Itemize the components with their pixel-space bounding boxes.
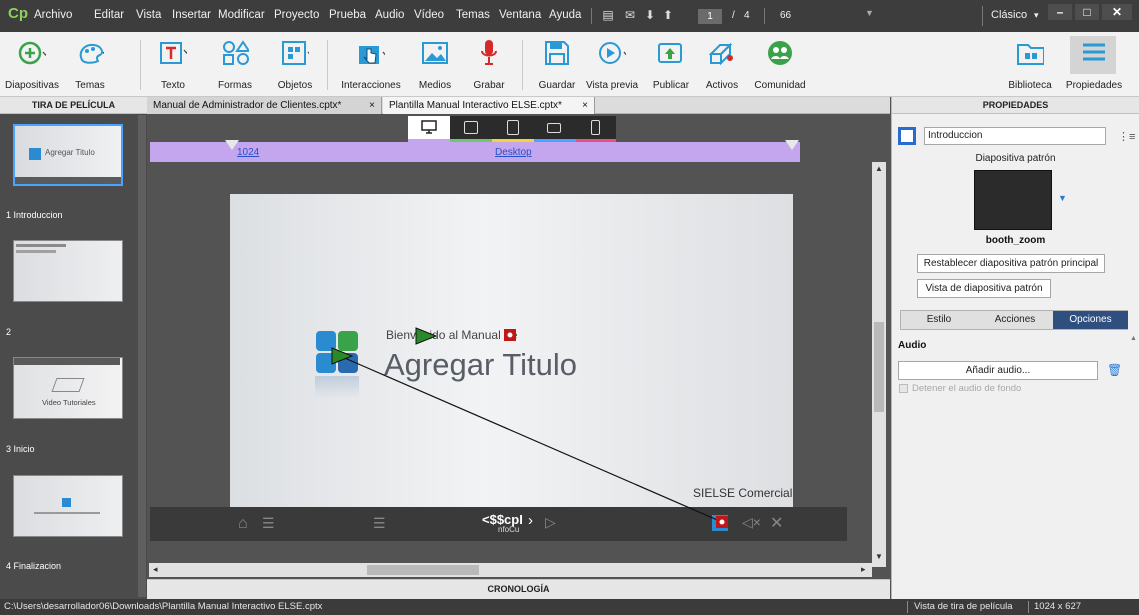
project-size: 1024 x 627	[1034, 601, 1082, 612]
motion-start-arrow-icon[interactable]	[415, 327, 438, 345]
horizontal-scroll-thumb[interactable]	[367, 565, 479, 575]
slide-color-icon[interactable]	[898, 127, 916, 145]
scroll-left-icon[interactable]: ◂	[153, 564, 158, 575]
tab-opciones[interactable]: Opciones	[1053, 311, 1128, 329]
motion-start-arrow-icon[interactable]	[331, 347, 354, 365]
status-divider	[907, 601, 908, 613]
stage-horizontal-scrollbar[interactable]: ◂ ▸	[149, 563, 872, 577]
file-path: C:\Users\desarrollador06\Downloads\Plant…	[4, 601, 323, 612]
trash-icon[interactable]: 🗑	[1107, 363, 1122, 377]
scroll-down-icon[interactable]: ▼	[875, 552, 883, 561]
slide-name-field[interactable]: Introduccion	[924, 127, 1106, 145]
motion-path-line[interactable]	[339, 355, 723, 523]
properties-header: PROPIEDADES	[892, 97, 1139, 114]
view-master-button[interactable]: Vista de diapositiva patrón	[917, 279, 1051, 298]
status-bar: C:\Users\desarrollador06\Downloads\Plant…	[0, 599, 1139, 615]
master-slide-name: booth_zoom	[985, 235, 1046, 246]
timeline-panel-header[interactable]: CRONOLOGÍA	[147, 579, 890, 599]
master-dropdown-icon[interactable]: ▼	[1058, 193, 1067, 203]
collapse-icon[interactable]: ▲	[1130, 335, 1137, 342]
stop-bg-audio-checkbox[interactable]	[899, 384, 908, 393]
scroll-up-icon[interactable]: ▲	[875, 164, 883, 173]
reset-master-button[interactable]: Restablecer diapositiva patrón principal	[917, 254, 1105, 273]
vertical-scroll-thumb[interactable]	[874, 322, 884, 412]
add-audio-button[interactable]: Añadir audio...	[898, 361, 1098, 380]
view-mode: Vista de tira de película	[914, 601, 1013, 612]
properties-tabs: Estilo Acciones Opciones	[900, 310, 1128, 330]
master-slide-label: Diapositiva patrón	[975, 153, 1056, 164]
audio-section-header: Audio	[898, 340, 927, 351]
stop-bg-audio-label: Detener el audio de fondo	[912, 383, 1022, 394]
properties-panel: PROPIEDADES Introduccion ⋮≡ Diapositiva …	[891, 97, 1139, 599]
tab-estilo[interactable]: Estilo	[901, 314, 977, 325]
scroll-right-icon[interactable]: ▸	[861, 564, 866, 575]
tab-acciones[interactable]: Acciones	[977, 314, 1053, 325]
panel-options-icon[interactable]: ⋮≡	[1118, 130, 1135, 143]
status-divider	[1028, 601, 1029, 613]
stage-vertical-scrollbar[interactable]: ▲ ▼	[872, 162, 886, 567]
master-slide-thumbnail[interactable]	[974, 170, 1052, 230]
